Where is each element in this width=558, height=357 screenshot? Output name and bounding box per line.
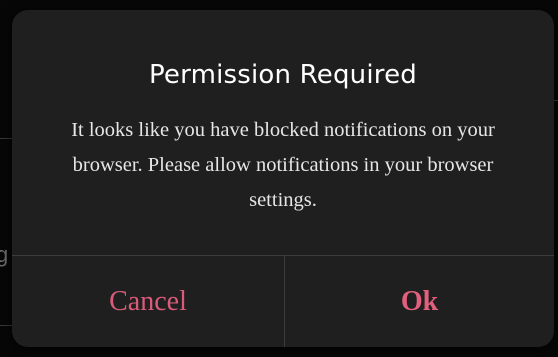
dialog-title: Permission Required — [148, 60, 417, 90]
background-partial-text: g — [0, 242, 9, 267]
ok-button[interactable]: Ok — [285, 256, 554, 347]
dialog-message: It looks like you have blocked notificat… — [71, 119, 495, 211]
permission-dialog: Permission Required It looks like you ha… — [12, 10, 554, 347]
cancel-button[interactable]: Cancel — [12, 256, 284, 347]
